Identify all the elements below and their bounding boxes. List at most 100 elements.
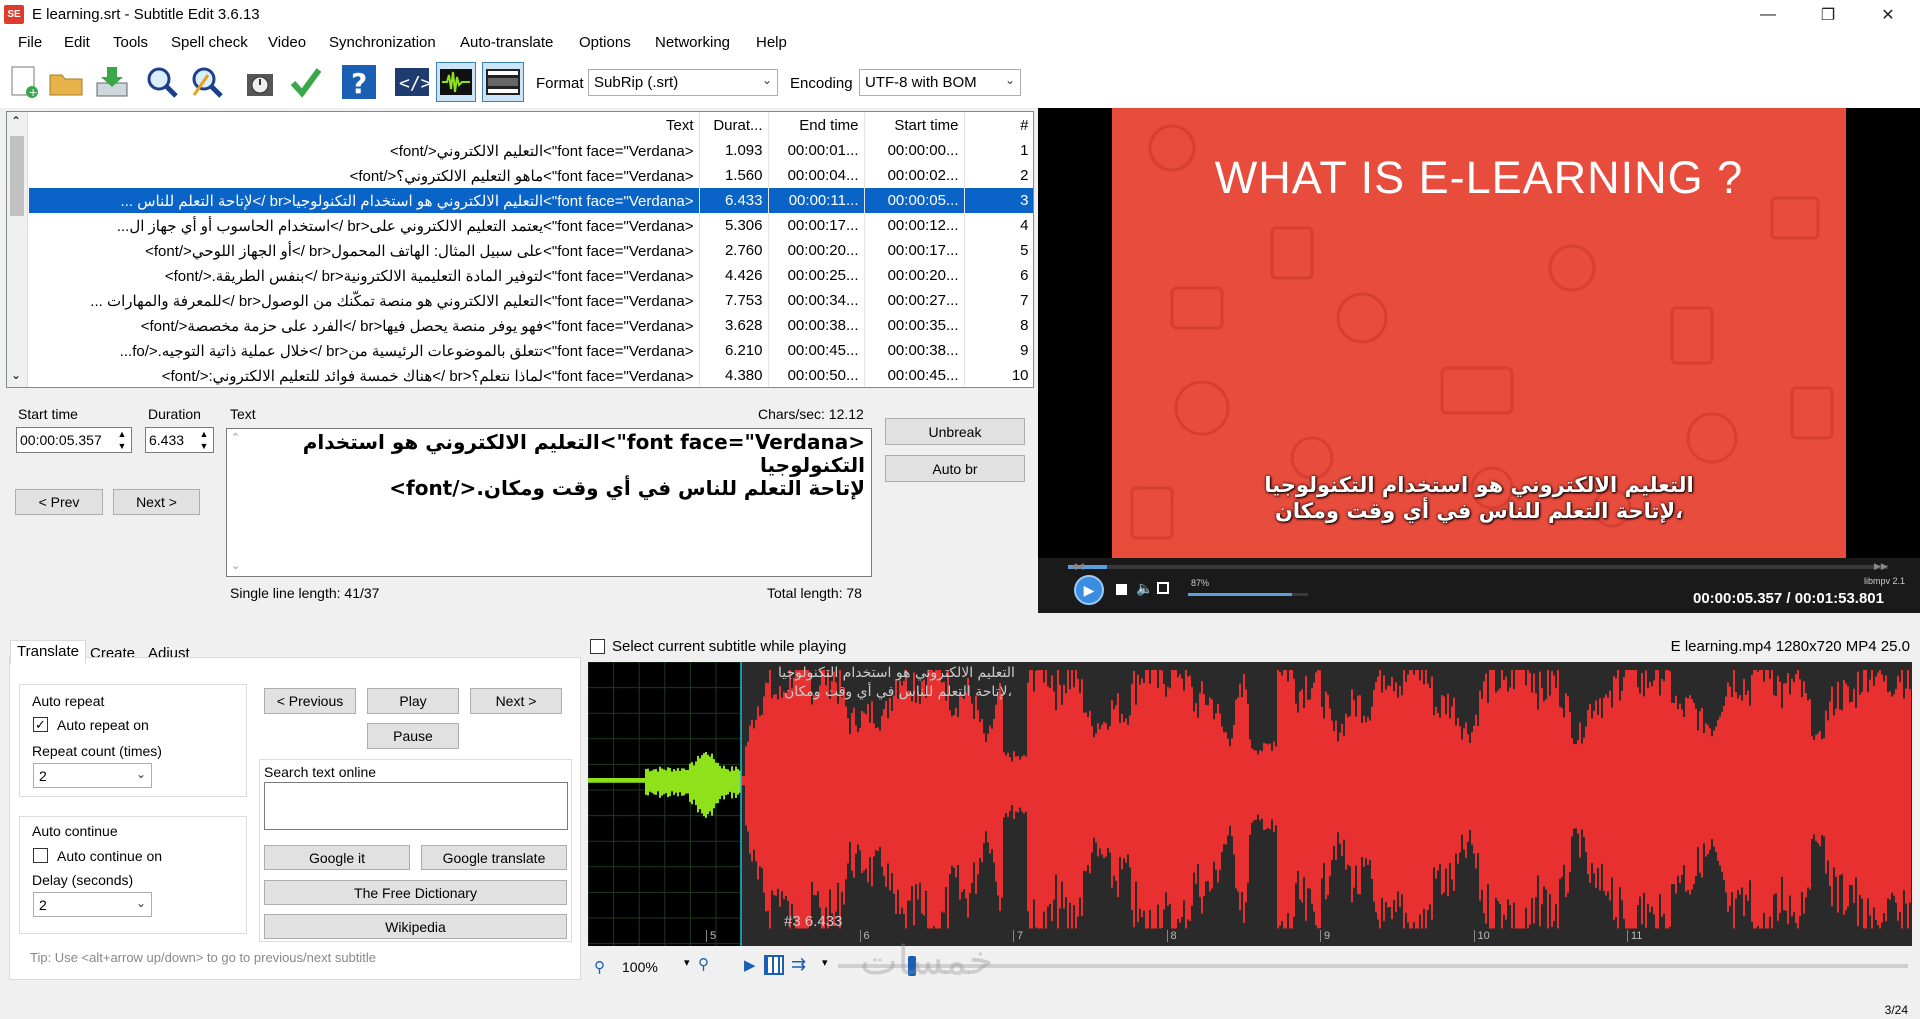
spell-check-icon[interactable] xyxy=(286,62,326,102)
auto-continue-title: Auto continue xyxy=(32,823,118,839)
zoom-value[interactable]: 100% xyxy=(622,955,676,979)
table-row[interactable]: <font face="Verdana">لماذا نتعلم؟<br />ه… xyxy=(29,363,1033,387)
zoom-in-icon[interactable]: ⚲ xyxy=(698,955,709,973)
encoding-select[interactable]: UTF-8 with BOM ⌄ xyxy=(859,69,1021,96)
zoom-dropdown-icon[interactable]: ▾ xyxy=(684,956,690,969)
scroll-thumb[interactable] xyxy=(10,136,24,216)
table-row[interactable]: <font face="Verdana">لتوفير المادة التعل… xyxy=(29,263,1033,288)
menu-networking[interactable]: Networking xyxy=(655,34,730,51)
table-row[interactable]: <font face="Verdana">على سبيل المثال: ال… xyxy=(29,238,1033,263)
video-subtitle-line-2: لإتاحة التعلم للناس في أي وقت ومكان، xyxy=(1274,499,1684,523)
col-end-time[interactable]: End time xyxy=(768,112,865,138)
source-view-icon[interactable]: </> xyxy=(392,62,432,102)
audio-waveform[interactable]: التعليم الالكتروني هو استخدام التكنولوجي… xyxy=(588,662,1912,946)
tab-translate[interactable]: Translate xyxy=(10,640,86,664)
free-dictionary-button[interactable]: The Free Dictionary xyxy=(264,880,567,905)
video-toggle-icon[interactable] xyxy=(482,62,524,102)
menu-help[interactable]: Help xyxy=(756,34,787,51)
cell-duration: 6.433 xyxy=(699,188,769,213)
col-text[interactable]: Text xyxy=(29,112,700,138)
scroll-up-icon[interactable]: ⌃ xyxy=(11,114,21,128)
col-number[interactable]: # xyxy=(964,112,1033,138)
open-folder-icon[interactable] xyxy=(46,62,86,102)
grid-icon[interactable] xyxy=(764,955,784,975)
replace-icon[interactable] xyxy=(187,62,227,102)
chevron-down-icon: ⌄ xyxy=(761,73,772,87)
auto-br-button[interactable]: Auto br xyxy=(885,455,1025,482)
volume-icon[interactable]: 🔈 xyxy=(1136,580,1153,597)
duration-spinner[interactable]: ▲ ▼ xyxy=(197,428,211,452)
chevron-down-icon: ⌄ xyxy=(1004,73,1015,87)
menu-synchronization[interactable]: Synchronization xyxy=(329,34,436,51)
help-icon[interactable]: ? xyxy=(339,62,379,102)
format-select[interactable]: SubRip (.srt) ⌄ xyxy=(588,69,778,96)
table-row[interactable]: <font face="Verdana">يعتمد التعليم الالك… xyxy=(29,213,1033,238)
auto-continue-checkbox[interactable] xyxy=(33,848,48,863)
minimize-button[interactable]: — xyxy=(1740,0,1796,30)
visual-sync-icon[interactable] xyxy=(241,62,281,102)
cell-number: 2 xyxy=(964,163,1033,188)
encoding-value: UTF-8 with BOM xyxy=(865,74,977,91)
stop-icon[interactable] xyxy=(1116,584,1127,595)
forward-icon[interactable]: ▶▶ xyxy=(1874,561,1888,572)
menu-spell-check[interactable]: Spell check xyxy=(171,34,248,51)
next-button-translate[interactable]: Next > xyxy=(470,688,562,714)
subtitle-text-input[interactable]: ⌃ ⌄ <font face="Verdana">التعليم الالكتر… xyxy=(226,428,872,577)
repeat-count-select[interactable]: 2 ⌄ xyxy=(33,763,152,788)
volume-slider[interactable] xyxy=(1188,593,1308,596)
new-file-icon[interactable]: + xyxy=(4,62,44,102)
close-button[interactable]: ✕ xyxy=(1860,0,1916,30)
menu-edit[interactable]: Edit xyxy=(64,34,90,51)
delay-select[interactable]: 2 ⌄ xyxy=(33,892,152,917)
table-row[interactable]: <font face="Verdana">تتعلق بالموضوعات ال… xyxy=(29,338,1033,363)
unbreak-button[interactable]: Unbreak xyxy=(885,418,1025,445)
video-progress-bar[interactable] xyxy=(1068,565,1888,569)
play-button[interactable]: Play xyxy=(367,688,459,714)
previous-button[interactable]: < Previous xyxy=(264,688,356,714)
scroll-down-icon[interactable]: ⌄ xyxy=(11,368,21,382)
sync-arrows-icon[interactable]: ⇉ xyxy=(791,954,806,975)
auto-repeat-checkbox[interactable]: ✓ xyxy=(33,717,48,732)
table-row[interactable]: <font face="Verdana">التعليم الالكتروني<… xyxy=(29,138,1033,163)
menu-video[interactable]: Video xyxy=(268,34,306,51)
zoom-out-icon[interactable]: ⚲ xyxy=(594,958,605,976)
start-time-spinner[interactable]: ▲ ▼ xyxy=(115,428,129,452)
waveform-toggle-icon[interactable] xyxy=(436,62,476,102)
play-icon[interactable]: ▶ xyxy=(1074,575,1104,605)
menu-auto-translate[interactable]: Auto-translate xyxy=(460,34,553,51)
select-current-checkbox[interactable] xyxy=(590,639,605,654)
cell-start-time: 00:00:02... xyxy=(864,163,965,188)
rewind-icon[interactable]: ◀◀ xyxy=(1070,561,1084,572)
fullscreen-icon[interactable] xyxy=(1157,582,1169,594)
play-selection-icon[interactable]: ▶ xyxy=(744,956,756,974)
menu-tools[interactable]: Tools xyxy=(113,34,148,51)
text-scroll-up-icon[interactable]: ⌃ xyxy=(231,431,240,444)
wikipedia-button[interactable]: Wikipedia xyxy=(264,914,567,939)
total-length: Total length: 78 xyxy=(767,585,862,601)
text-scroll-down-icon[interactable]: ⌄ xyxy=(231,559,240,572)
next-button[interactable]: Next > xyxy=(113,489,200,515)
table-row[interactable]: <font face="Verdana">فهو يوفر منصة يحصل … xyxy=(29,313,1033,338)
table-row[interactable]: <font face="Verdana">التعليم الالكتروني … xyxy=(29,288,1033,313)
waveform-position-slider[interactable] xyxy=(838,964,1908,968)
menu-file[interactable]: File xyxy=(18,34,42,51)
google-translate-button[interactable]: Google translate xyxy=(421,845,567,870)
table-row[interactable]: <font face="Verdana">ماهو التعليم الالكت… xyxy=(29,163,1033,188)
search-text-input[interactable] xyxy=(264,782,568,830)
col-duration[interactable]: Durat... xyxy=(699,112,769,138)
pause-button[interactable]: Pause xyxy=(367,723,459,749)
google-it-button[interactable]: Google it xyxy=(264,845,410,870)
menu-options[interactable]: Options xyxy=(579,34,631,51)
prev-button[interactable]: < Prev xyxy=(15,489,103,515)
video-player[interactable]: WHAT IS E-LEARNING ? التعليم الالكتروني … xyxy=(1038,108,1920,613)
download-icon[interactable] xyxy=(92,62,132,102)
subtitle-list[interactable]: ⌃ ⌄ Text Durat... End time Start time # … xyxy=(6,111,1034,388)
maximize-button[interactable]: ❐ xyxy=(1800,0,1856,30)
cell-number: 4 xyxy=(964,213,1033,238)
table-row[interactable]: <font face="Verdana">التعليم الالكتروني … xyxy=(29,188,1033,213)
find-icon[interactable] xyxy=(142,62,182,102)
volume-fill xyxy=(1188,593,1293,596)
list-scrollbar[interactable]: ⌃ ⌄ xyxy=(7,112,28,387)
options-dropdown-icon[interactable]: ▾ xyxy=(822,956,828,969)
col-start-time[interactable]: Start time xyxy=(864,112,965,138)
